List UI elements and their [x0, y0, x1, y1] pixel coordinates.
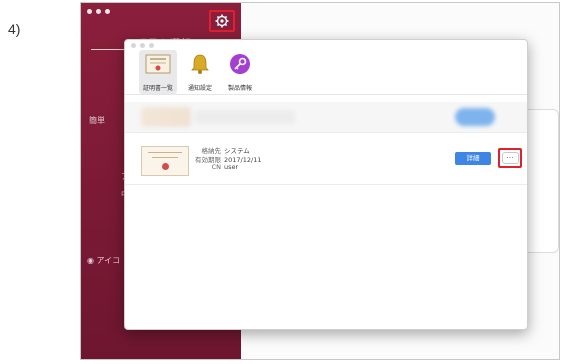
dialog-toolbar: 証明書一覧 通知設定 製品情報 [125, 48, 527, 95]
blurred-thumbnail [141, 107, 191, 127]
zoom-dot[interactable] [105, 9, 110, 14]
settings-gear-button[interactable] [209, 10, 235, 32]
certificate-thumbnail [141, 146, 189, 176]
tab-notification-settings[interactable]: 通知設定 [181, 50, 219, 94]
blurred-text [195, 110, 295, 124]
minimize-dot[interactable] [96, 9, 101, 14]
key-icon [230, 54, 250, 74]
bell-icon [191, 54, 209, 74]
tab-product-info[interactable]: 製品情報 [221, 50, 259, 94]
seal-icon [162, 163, 169, 170]
detail-button[interactable]: 詳細 [455, 152, 491, 165]
step-label: 4) [8, 21, 21, 37]
icon-option-radio[interactable]: ◉ アイコ [87, 255, 120, 266]
gear-icon [215, 14, 229, 28]
more-options-button[interactable]: … [498, 148, 522, 168]
tab-certificate-list[interactable]: 証明書一覧 [139, 50, 177, 94]
certificate-dialog: 証明書一覧 通知設定 製品情報 格納先 システム 有効期限 2017/12/11… [124, 39, 528, 330]
tab-label: 証明書一覧 [142, 85, 173, 92]
sidebar-faded-text: 簡単 [89, 116, 105, 125]
ellipsis-icon: … [501, 152, 519, 164]
window-controls[interactable] [87, 9, 110, 14]
blurred-certificate-row[interactable] [125, 102, 527, 133]
certificate-row[interactable]: 格納先 システム 有効期限 2017/12/11 CN user 詳細 … [125, 138, 527, 185]
tab-label: 製品情報 [227, 85, 252, 92]
blurred-button [455, 108, 495, 126]
certificate-icon [145, 54, 171, 74]
close-dot[interactable] [87, 9, 92, 14]
common-name: CN user [211, 163, 239, 171]
